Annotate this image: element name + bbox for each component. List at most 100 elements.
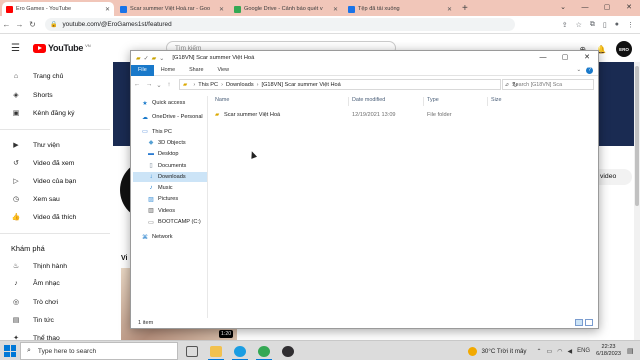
browser-tab[interactable]: Google Drive - Cảnh báo quét v ✕: [230, 2, 342, 16]
column-size[interactable]: Size: [491, 97, 502, 103]
breadcrumb-segment[interactable]: Downloads: [226, 82, 254, 88]
taskbar-app-edge[interactable]: [228, 341, 252, 360]
nav-item[interactable]: ↓ Downloads: [133, 171, 207, 182]
explorer-search-input[interactable]: ⌕ Search [G18VN] Sca: [502, 79, 594, 90]
forward-icon[interactable]: →: [13, 20, 26, 29]
scrollbar-thumb[interactable]: [635, 66, 639, 206]
nav-item[interactable]: ◆ 3D Objects: [133, 138, 207, 148]
breadcrumb-segment[interactable]: [G18VN] Scar summer Việt Hoá: [262, 82, 341, 88]
nav-item[interactable]: ▨ Pictures: [133, 194, 207, 204]
column-type[interactable]: Type: [427, 97, 439, 103]
chrome-menu-icon[interactable]: ⋮: [627, 21, 634, 29]
sidebar-item[interactable]: 👍 Video đã thích: [11, 213, 77, 222]
help-icon[interactable]: ?: [586, 66, 593, 74]
sidebar-item[interactable]: ♨ Thịnh hành: [11, 262, 67, 271]
weather-widget[interactable]: 30°C Trời ít mây: [468, 346, 527, 356]
sidebar-item[interactable]: ◎ Trò chơi: [11, 298, 58, 307]
sidebar-item[interactable]: ▶ Thư viện: [11, 141, 60, 150]
nav-item[interactable]: ★ Quick access: [131, 98, 205, 108]
nav-item[interactable]: ▭ This PC: [131, 127, 205, 137]
quick-access-dropdown-icon[interactable]: ⌄: [159, 55, 164, 62]
taskbar-app-chrome[interactable]: [252, 341, 276, 360]
expand-ribbon-icon[interactable]: ⌄: [576, 67, 581, 74]
quick-access-new-folder-icon[interactable]: ▰: [152, 55, 157, 62]
sidebar-item[interactable]: ↺ Video đã xem: [11, 159, 74, 168]
new-tab-button[interactable]: +: [456, 3, 474, 14]
quick-access-properties-icon[interactable]: ✓: [144, 55, 149, 62]
breadcrumb-chevron-icon[interactable]: ›: [221, 82, 223, 88]
nav-item[interactable]: ▯ Documents: [133, 161, 207, 171]
sidebar-item[interactable]: ◈ Shorts: [11, 91, 52, 100]
browser-tab[interactable]: Tệp đã tải xuống ✕: [344, 2, 456, 16]
reload-icon[interactable]: ↻: [26, 20, 39, 29]
large-icons-view-icon[interactable]: [585, 319, 593, 326]
address-bar[interactable]: 🔒 youtube.com/@EroGames1st/featured: [45, 18, 515, 31]
file-name[interactable]: Scar summer Việt Hoá: [224, 112, 280, 118]
taskbar-search-box[interactable]: ⌕ Type here to search: [20, 342, 178, 360]
nav-item[interactable]: ♪ Music: [133, 183, 207, 193]
share-icon[interactable]: ⇪: [562, 21, 568, 29]
breadcrumb-segment[interactable]: This PC: [198, 82, 218, 88]
ribbon-tab-home[interactable]: Home: [154, 65, 182, 76]
tab-close-icon[interactable]: ✕: [447, 6, 452, 13]
taskbar-clock[interactable]: 22:23 6/18/2023: [596, 344, 621, 358]
nav-item[interactable]: ▬ Desktop: [133, 149, 207, 159]
sidebar-item[interactable]: ▤ Tin tức: [11, 316, 54, 325]
page-scrollbar[interactable]: [634, 62, 640, 340]
nav-item[interactable]: ▥ Videos: [133, 206, 207, 216]
explorer-close-icon[interactable]: ✕: [576, 51, 598, 65]
recent-locations-icon[interactable]: ⌄: [155, 81, 163, 89]
ribbon-tab-file[interactable]: File: [131, 64, 154, 76]
language-indicator[interactable]: ENG: [577, 348, 590, 355]
sidebar-item[interactable]: ▣ Kênh đăng ký: [11, 109, 75, 118]
sidebar-item[interactable]: ⌂ Trang chủ: [11, 73, 63, 80]
hamburger-menu-icon[interactable]: ☰: [11, 43, 20, 54]
nav-item[interactable]: ⌘ Network: [131, 232, 205, 242]
extensions-icon[interactable]: ⧉: [590, 21, 595, 29]
explorer-maximize-icon[interactable]: ▢: [554, 51, 576, 65]
browser-tab[interactable]: Scar summer Việt Hoá.rar - Goo ✕: [116, 2, 228, 16]
tray-chevron-icon[interactable]: ⌃: [537, 348, 542, 355]
volume-icon[interactable]: ◀: [567, 348, 572, 355]
close-icon[interactable]: ✕: [618, 0, 640, 16]
explorer-address-bar[interactable]: ▰ › This PC › Downloads › [G18VN] Scar summer…: [179, 79, 501, 90]
windows-start-icon[interactable]: [4, 345, 16, 357]
details-view-icon[interactable]: [575, 319, 583, 326]
notification-center-icon[interactable]: ▤: [627, 347, 637, 355]
taskbar-app-obs[interactable]: [276, 341, 300, 360]
minimize-icon[interactable]: —: [574, 0, 596, 16]
back-icon[interactable]: ←: [0, 20, 13, 29]
explorer-minimize-icon[interactable]: —: [532, 51, 554, 65]
sidebar-item[interactable]: ◷ Xem sau: [11, 195, 60, 204]
column-date-modified[interactable]: Date modified: [352, 97, 385, 103]
sidebar-item[interactable]: ♪ Âm nhạc: [11, 280, 60, 287]
sidebar-item[interactable]: ▷ Video của bạn: [11, 177, 76, 186]
up-folder-icon[interactable]: ↑: [163, 81, 175, 88]
taskbar-app-task-view[interactable]: [180, 341, 204, 360]
breadcrumb-chevron-icon[interactable]: ›: [193, 82, 195, 88]
taskbar-app-file-explorer[interactable]: [204, 341, 228, 360]
wifi-icon[interactable]: ◠: [557, 348, 562, 355]
youtube-logo[interactable]: YouTube VN: [33, 43, 91, 53]
profile-icon[interactable]: ●: [615, 21, 619, 29]
nav-item[interactable]: ▭ BOOTCAMP (C:): [133, 217, 207, 227]
battery-icon[interactable]: ▭: [547, 348, 553, 355]
bookmark-star-icon[interactable]: ☆: [576, 21, 582, 29]
lock-icon[interactable]: 🔒: [50, 21, 57, 28]
sidepanel-icon[interactable]: ▯: [603, 21, 607, 29]
browser-tab[interactable]: Ero Games - YouTube ✕: [2, 2, 114, 16]
tab-close-icon[interactable]: ✕: [219, 6, 224, 13]
tab-search-chevron-icon[interactable]: ⌄: [552, 0, 574, 16]
nav-item[interactable]: ☁ OneDrive - Personal: [131, 112, 205, 122]
maximize-icon[interactable]: ▢: [596, 0, 618, 16]
explorer-back-icon[interactable]: ←: [131, 81, 143, 88]
explorer-forward-icon[interactable]: →: [143, 81, 155, 88]
column-name[interactable]: Name: [215, 97, 229, 103]
tab-close-icon[interactable]: ✕: [105, 6, 110, 13]
ribbon-tab-view[interactable]: View: [210, 65, 236, 76]
tab-close-icon[interactable]: ✕: [333, 6, 338, 13]
ribbon-tab-share[interactable]: Share: [182, 65, 210, 76]
file-list-row[interactable]: ▰ Scar summer Việt Hoá 12/19/2021 13:09 …: [213, 111, 593, 121]
breadcrumb-chevron-icon[interactable]: ›: [257, 82, 259, 88]
channel-avatar-button[interactable]: ERO: [616, 41, 632, 57]
